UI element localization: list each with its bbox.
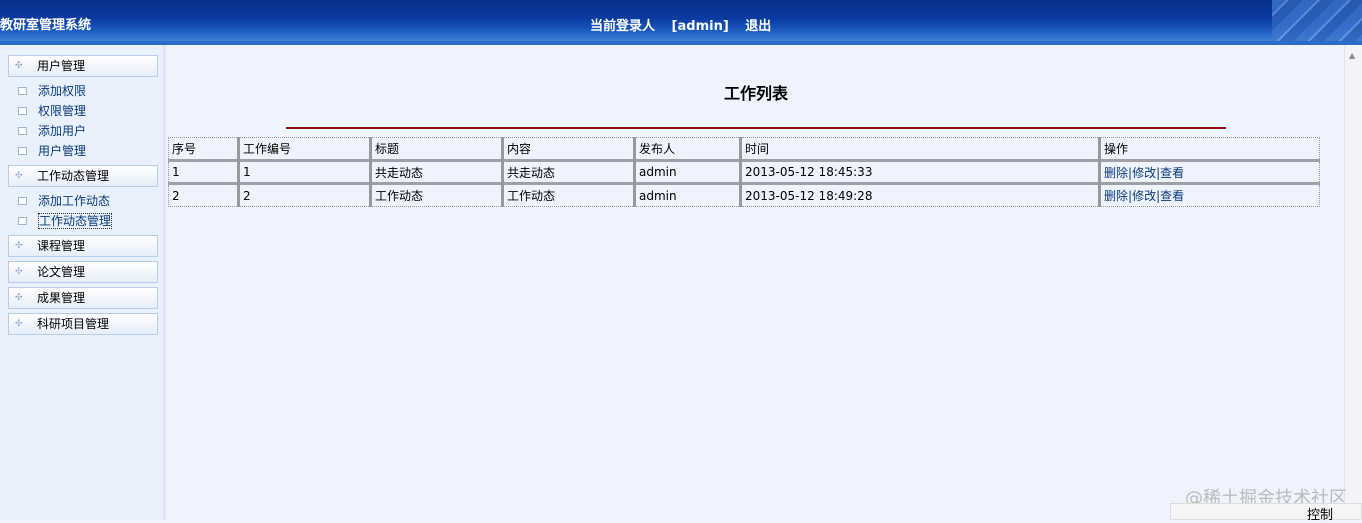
system-title: 教研室管理系统 [0, 18, 92, 33]
column-header: 操作 [1098, 137, 1320, 161]
sidebar-item-permission-manage[interactable]: 权限管理 [18, 102, 86, 120]
plus-icon: ✣ [15, 319, 23, 329]
cell: 工作动态 [369, 182, 503, 207]
view-link[interactable]: 查看 [1160, 189, 1184, 203]
plus-icon: ✣ [15, 241, 23, 251]
header: 教研室管理系统 当前登录人 [admin] 退出 [0, 0, 1362, 45]
scrollbar[interactable]: ▲ [1344, 45, 1362, 520]
cell: 2 [237, 182, 371, 207]
delete-link[interactable]: 删除 [1104, 166, 1128, 180]
item-label: 工作动态管理 [38, 213, 113, 229]
column-header: 发布人 [633, 137, 741, 161]
sidebar-group-user[interactable]: ✣ 用户管理 [8, 55, 158, 77]
cell: 1 [237, 159, 371, 184]
sidebar-group-achievement[interactable]: ✣ 成果管理 [8, 287, 158, 309]
logout-link[interactable]: 退出 [745, 19, 771, 34]
cell: 工作动态 [501, 182, 635, 207]
page-title: 工作列表 [723, 84, 788, 103]
tree-node-icon [18, 147, 27, 155]
sidebar-group-course[interactable]: ✣ 课程管理 [8, 235, 158, 257]
column-header: 内容 [501, 137, 635, 161]
column-header: 标题 [369, 137, 503, 161]
cell: 1 [168, 159, 239, 184]
cell: 共走动态 [369, 159, 503, 184]
table-header: 序号 工作编号 标题 内容 发布人 时间 操作 [169, 137, 1320, 161]
sidebar: ✣ 用户管理 添加权限 权限管理 添加用户 用户管理 ✣ 工作动态管理 添加工作动态… [0, 45, 166, 520]
sidebar-item-add-work[interactable]: 添加工作动态 [18, 192, 110, 210]
tree-node-icon [18, 107, 27, 115]
actions-cell: 删除|修改|查看 [1098, 159, 1320, 184]
sidebar-group-work[interactable]: ✣ 工作动态管理 [8, 165, 158, 187]
tree-node-icon [18, 217, 27, 225]
sidebar-item-add-permission[interactable]: 添加权限 [18, 82, 86, 100]
table-row: 2 2 工作动态 工作动态 admin 2013-05-12 18:49:28 … [168, 182, 1320, 207]
login-label: 当前登录人 [590, 19, 656, 34]
cell: admin [633, 159, 741, 184]
tree-node-icon [18, 127, 27, 135]
plus-icon: ✣ [15, 267, 23, 277]
item-label: 添加工作动态 [38, 194, 111, 208]
cell: admin [633, 182, 741, 207]
item-label: 添加用户 [38, 124, 87, 138]
column-header: 序号 [172, 142, 197, 156]
cell: 2013-05-12 18:49:28 [739, 182, 1100, 207]
view-link[interactable]: 查看 [1160, 166, 1184, 180]
sidebar-item-work-manage[interactable]: 工作动态管理 [18, 212, 113, 230]
group-label: 论文管理 [37, 265, 86, 279]
sidebar-item-add-user[interactable]: 添加用户 [18, 122, 86, 140]
column-header: 工作编号 [237, 137, 371, 161]
item-label: 权限管理 [38, 104, 87, 118]
column-header: 时间 [739, 137, 1100, 161]
edit-link[interactable]: 修改 [1132, 189, 1156, 203]
actions-cell: 删除|修改|查看 [1098, 182, 1320, 207]
current-user: [admin] [671, 19, 729, 34]
cell: 2013-05-12 18:45:33 [739, 159, 1100, 184]
plus-icon: ✣ [15, 61, 23, 71]
group-label: 工作动态管理 [37, 169, 110, 183]
work-table: 序号 工作编号 标题 内容 发布人 时间 操作 1 1 共走动态 共走动态 ad… [168, 137, 1320, 207]
sidebar-group-paper[interactable]: ✣ 论文管理 [8, 261, 158, 283]
group-label: 用户管理 [37, 59, 86, 73]
edit-link[interactable]: 修改 [1132, 166, 1156, 180]
user-info: 当前登录人 [admin] 退出 [590, 15, 783, 34]
item-label: 添加权限 [38, 84, 87, 98]
control-button[interactable]: 控制 [1170, 503, 1362, 523]
scroll-up-icon[interactable]: ▲ [1349, 51, 1355, 60]
plus-icon: ✣ [15, 171, 23, 181]
sidebar-group-research[interactable]: ✣ 科研项目管理 [8, 313, 158, 335]
group-label: 科研项目管理 [37, 317, 110, 331]
delete-link[interactable]: 删除 [1104, 189, 1128, 203]
item-label: 用户管理 [38, 144, 87, 158]
tree-node-icon [18, 197, 27, 205]
divider [286, 127, 1226, 129]
cell: 共走动态 [501, 159, 635, 184]
group-label: 课程管理 [37, 239, 86, 253]
table-row: 1 1 共走动态 共走动态 admin 2013-05-12 18:45:33 … [168, 159, 1320, 184]
tree-node-icon [18, 87, 27, 95]
cell: 2 [168, 182, 239, 207]
header-keyboard-image [1272, 0, 1362, 41]
sidebar-item-user-manage[interactable]: 用户管理 [18, 142, 86, 160]
plus-icon: ✣ [15, 293, 23, 303]
group-label: 成果管理 [37, 291, 86, 305]
